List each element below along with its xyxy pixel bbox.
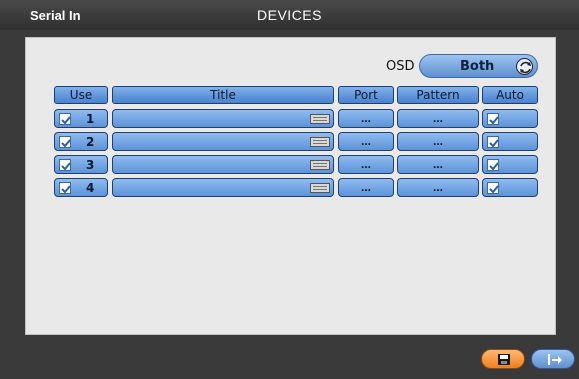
pattern-value: ... (432, 157, 443, 171)
column-header-pattern: Pattern (397, 86, 479, 104)
use-checkbox[interactable] (59, 159, 71, 171)
port-button[interactable]: ... (338, 178, 394, 197)
row-number: 4 (86, 181, 95, 195)
pattern-button[interactable]: ... (397, 178, 479, 197)
port-value: ... (360, 180, 371, 194)
keyboard-icon[interactable] (310, 137, 330, 147)
auto-cell[interactable] (482, 178, 538, 197)
port-button[interactable]: ... (338, 155, 394, 174)
title-input[interactable] (112, 132, 334, 151)
title-bar: Serial In DEVICES (0, 0, 579, 30)
column-header-use: Use (54, 86, 108, 104)
page-title: DEVICES (257, 7, 322, 23)
checkmark-icon (489, 185, 499, 194)
title-input[interactable] (112, 178, 334, 197)
checkmark-icon (61, 116, 71, 125)
column-header-auto: Auto (482, 86, 538, 104)
port-button[interactable]: ... (338, 109, 394, 128)
checkmark-icon (489, 116, 499, 125)
checkmark-icon (489, 162, 499, 171)
checkmark-icon (489, 139, 499, 148)
use-cell[interactable]: 2 (54, 132, 108, 151)
osd-select[interactable]: Both (419, 54, 538, 78)
keyboard-icon[interactable] (310, 160, 330, 170)
row-number: 2 (86, 135, 95, 149)
checkmark-icon (61, 185, 71, 194)
port-value: ... (360, 157, 371, 171)
auto-checkbox[interactable] (487, 136, 499, 148)
auto-checkbox[interactable] (487, 159, 499, 171)
column-header-port: Port (338, 86, 394, 104)
pattern-button[interactable]: ... (397, 109, 479, 128)
column-header-title: Title (112, 86, 334, 104)
devices-window: Serial In DEVICES OSD Both Use Title Por… (0, 0, 579, 379)
keyboard-icon[interactable] (310, 114, 330, 124)
row-number: 1 (86, 112, 95, 126)
pattern-value: ... (432, 180, 443, 194)
auto-cell[interactable] (482, 155, 538, 174)
use-cell[interactable]: 4 (54, 178, 108, 197)
keyboard-icon[interactable] (310, 183, 330, 193)
title-input[interactable] (112, 155, 334, 174)
save-button[interactable] (481, 349, 525, 369)
port-button[interactable]: ... (338, 132, 394, 151)
port-value: ... (360, 111, 371, 125)
exit-button[interactable] (531, 349, 575, 369)
pattern-value: ... (432, 134, 443, 148)
auto-checkbox[interactable] (487, 182, 499, 194)
checkmark-icon (61, 162, 71, 171)
use-checkbox[interactable] (59, 113, 71, 125)
exit-icon (548, 354, 562, 365)
auto-cell[interactable] (482, 109, 538, 128)
port-value: ... (360, 134, 371, 148)
osd-label: OSD (386, 59, 415, 74)
title-input[interactable] (112, 109, 334, 128)
pattern-button[interactable]: ... (397, 155, 479, 174)
use-cell[interactable]: 3 (54, 155, 108, 174)
auto-checkbox[interactable] (487, 113, 499, 125)
row-number: 3 (86, 158, 95, 172)
auto-cell[interactable] (482, 132, 538, 151)
use-cell[interactable]: 1 (54, 109, 108, 128)
save-icon (498, 354, 510, 365)
checkmark-icon (61, 139, 71, 148)
use-checkbox[interactable] (59, 136, 71, 148)
pattern-button[interactable]: ... (397, 132, 479, 151)
osd-value: Both (460, 59, 495, 74)
pattern-value: ... (432, 111, 443, 125)
cycle-icon (516, 58, 533, 75)
use-checkbox[interactable] (59, 182, 71, 194)
